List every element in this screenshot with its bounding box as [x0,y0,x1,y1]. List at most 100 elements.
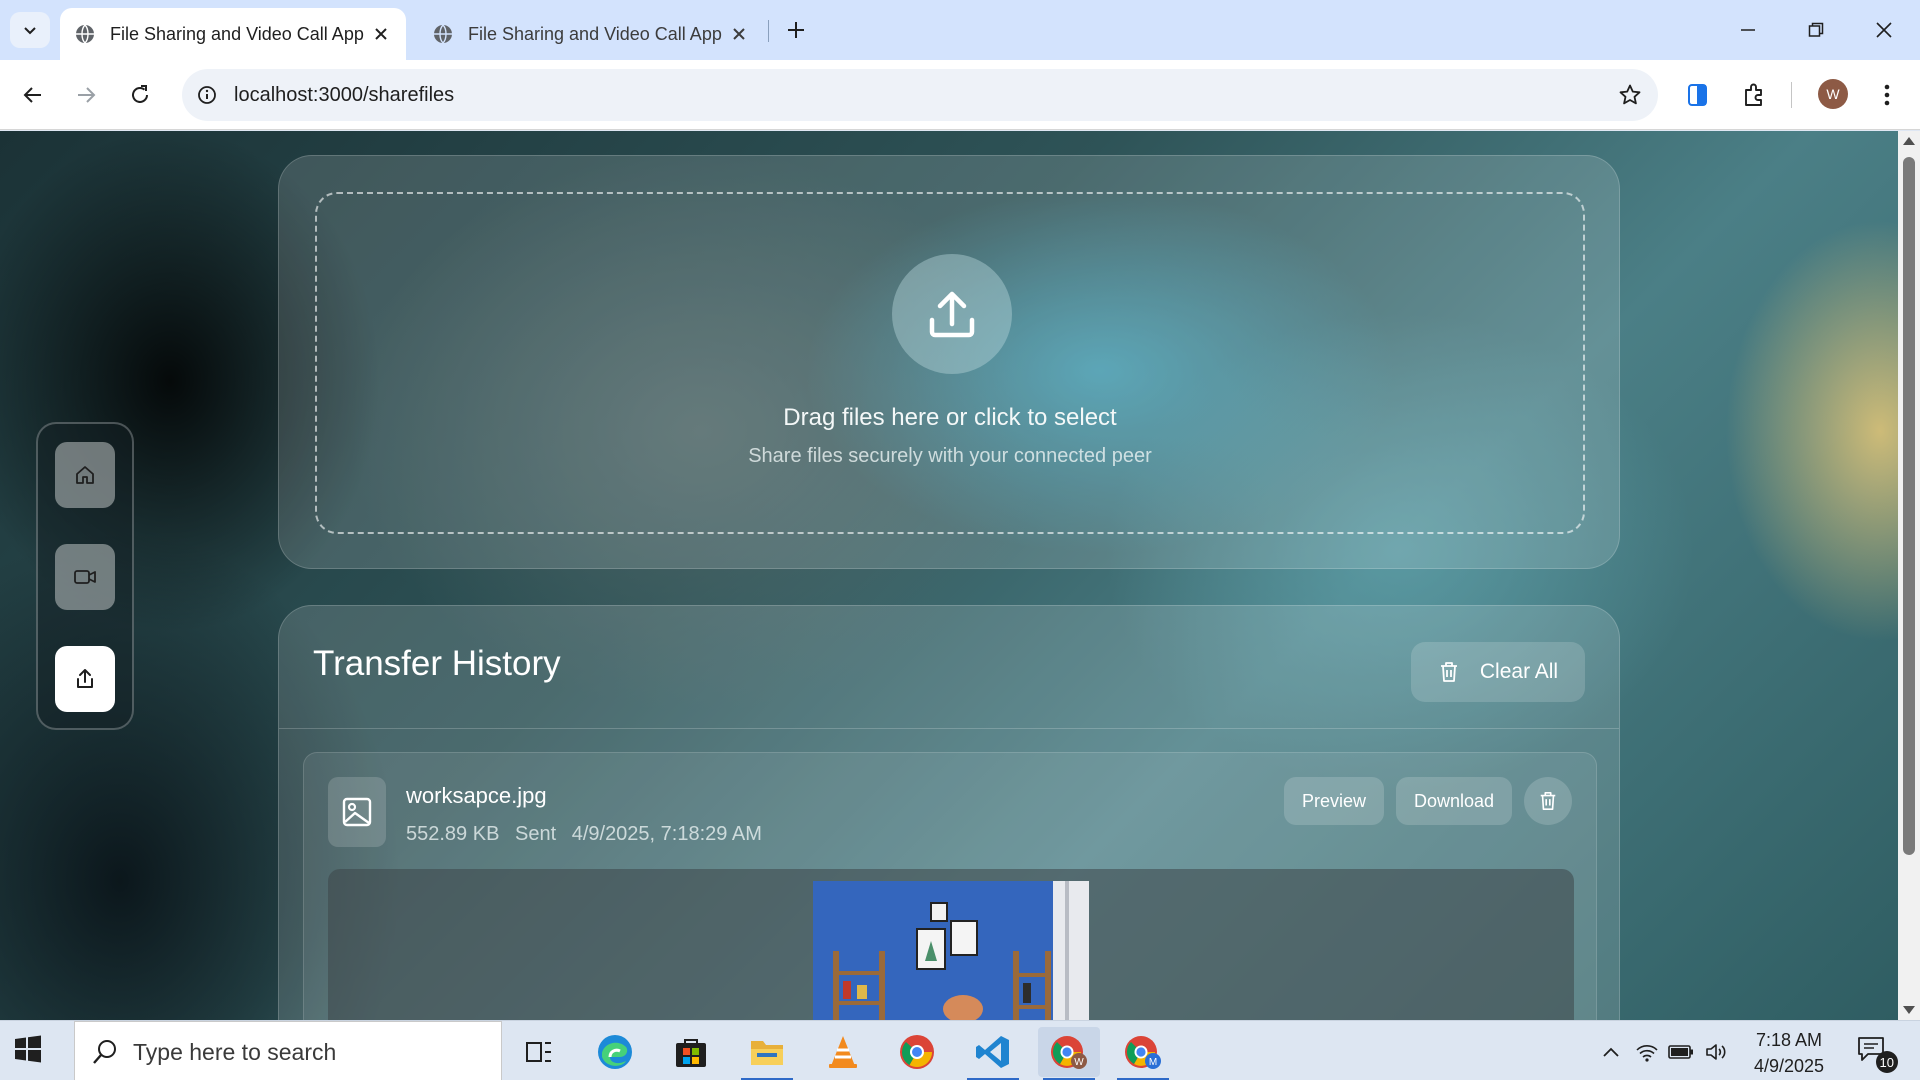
svg-text:W: W [1074,1057,1084,1068]
file-name: worksapce.jpg [406,783,547,808]
scroll-down-arrow-icon[interactable] [1903,1006,1915,1014]
nav-video-call-button[interactable] [55,544,115,610]
extensions-icon[interactable] [1737,78,1771,112]
profile-avatar[interactable]: W [1818,79,1848,109]
page-viewport: Drag files here or click to select Share… [0,131,1898,1020]
delete-file-button[interactable] [1524,777,1572,825]
site-info-icon[interactable] [194,82,220,108]
image-file-icon [342,797,372,827]
file-meta: 552.89 KB Sent 4/9/2025, 7:18:29 AM [406,823,772,846]
history-divider [279,728,1619,729]
vlc-icon [829,1036,857,1068]
close-window-button[interactable] [1864,10,1904,50]
transfer-history-card: Transfer History Clear All worksapce.jpg… [278,605,1620,1020]
nav-home-button[interactable] [55,442,115,508]
menu-kebab-icon[interactable] [1870,78,1904,112]
transfer-item: worksapce.jpg 552.89 KB Sent 4/9/2025, 7… [303,752,1597,1020]
minimize-button[interactable] [1728,10,1768,50]
chevron-down-icon [24,27,36,35]
notification-center-button[interactable]: 10 [1856,1035,1898,1073]
home-icon [76,466,94,484]
chrome-profile-w-icon: W [1051,1036,1087,1069]
workspace-preview-image [813,881,1089,1020]
page-scrollbar[interactable] [1898,131,1920,1020]
new-tab-button[interactable] [780,14,812,46]
plus-icon [788,22,804,38]
clock-time: 7:18 AM [1755,1030,1823,1050]
file-explorer-icon [751,1041,783,1065]
file-dropzone[interactable]: Drag files here or click to select Share… [315,192,1585,534]
dropzone-subtitle: Share files securely with your connected… [748,445,1152,467]
reload-button[interactable] [121,76,159,114]
chrome-icon [900,1035,934,1069]
close-tab-icon[interactable] [728,23,750,45]
edge-icon [598,1035,632,1069]
dropzone-title: Drag files here or click to select [783,404,1117,431]
chrome-profile-m-app[interactable]: M [1112,1027,1174,1080]
edge-app[interactable] [584,1027,646,1077]
preview-button[interactable]: Preview [1284,777,1384,825]
taskbar-search-box[interactable]: Type here to search [74,1021,502,1080]
side-navigation [36,422,134,730]
address-bar[interactable]: localhost:3000/sharefiles [182,69,1658,121]
url-text: localhost:3000/sharefiles [234,84,455,106]
back-button[interactable] [14,76,52,114]
arrow-left-icon [23,87,41,103]
clear-all-label: Clear All [1479,660,1559,683]
search-icon [93,1040,116,1064]
chrome-app[interactable] [886,1027,948,1077]
nav-share-files-button[interactable] [55,646,115,712]
video-camera-icon [74,570,96,584]
file-size: 552.89 KB [406,823,500,845]
trash-icon [1540,792,1556,811]
bookmark-star-icon[interactable] [1616,81,1644,109]
file-direction: Sent [514,823,557,845]
network-wifi-icon[interactable] [1634,1039,1660,1065]
minimize-icon [1741,29,1755,31]
taskbar-search-placeholder: Type here to search [133,1039,337,1065]
restore-button[interactable] [1796,10,1836,50]
scroll-up-arrow-icon[interactable] [1903,137,1915,145]
tab-list-button[interactable] [10,12,50,48]
chrome-profile-m-icon: M [1125,1036,1161,1069]
store-icon [676,1039,706,1067]
windows-taskbar: Type here to search W M 7:18 AM 4/9/2025… [0,1020,1920,1080]
tab-separator [768,20,769,42]
volume-icon[interactable] [1704,1039,1730,1065]
close-tab-icon[interactable] [370,23,392,45]
trash-icon [1440,662,1457,682]
browser-tab-bar: File Sharing and Video Call App File Sha… [0,0,1920,60]
globe-icon [76,24,94,44]
browser-toolbar: localhost:3000/sharefiles W [0,60,1920,130]
vscode-icon [976,1036,1009,1068]
upload-card: Drag files here or click to select Share… [278,155,1620,569]
battery-icon[interactable] [1668,1039,1694,1065]
file-preview-area [328,869,1574,1020]
side-panel-icon[interactable] [1681,78,1715,112]
tab-title: File Sharing and Video Call App [468,23,722,44]
task-view-icon [526,1042,551,1062]
vscode-app[interactable] [962,1027,1024,1080]
chrome-profile-w-app[interactable]: W [1038,1027,1100,1080]
share-icon [77,669,93,688]
store-app[interactable] [660,1027,722,1077]
taskbar-clock[interactable]: 7:18 AM 4/9/2025 [1736,1027,1842,1079]
upload-button[interactable] [892,254,1012,374]
start-button[interactable] [14,1035,48,1069]
file-timestamp: 4/9/2025, 7:18:29 AM [571,823,762,845]
scrollbar-thumb[interactable] [1903,157,1915,855]
show-hidden-icons-chevron-icon[interactable] [1598,1039,1624,1065]
vlc-app[interactable] [812,1027,874,1077]
forward-button[interactable] [67,76,105,114]
close-icon [1876,22,1892,38]
download-button[interactable]: Download [1396,777,1512,825]
tab-inactive[interactable]: File Sharing and Video Call App [418,8,764,60]
globe-icon [434,24,452,44]
task-view-button[interactable] [508,1027,570,1077]
restore-icon [1808,22,1824,37]
arrow-right-icon [78,87,96,103]
clear-all-button[interactable]: Clear All [1411,642,1585,702]
file-explorer-app[interactable] [736,1027,798,1080]
tab-active[interactable]: File Sharing and Video Call App [60,8,406,60]
upload-icon [929,291,975,338]
